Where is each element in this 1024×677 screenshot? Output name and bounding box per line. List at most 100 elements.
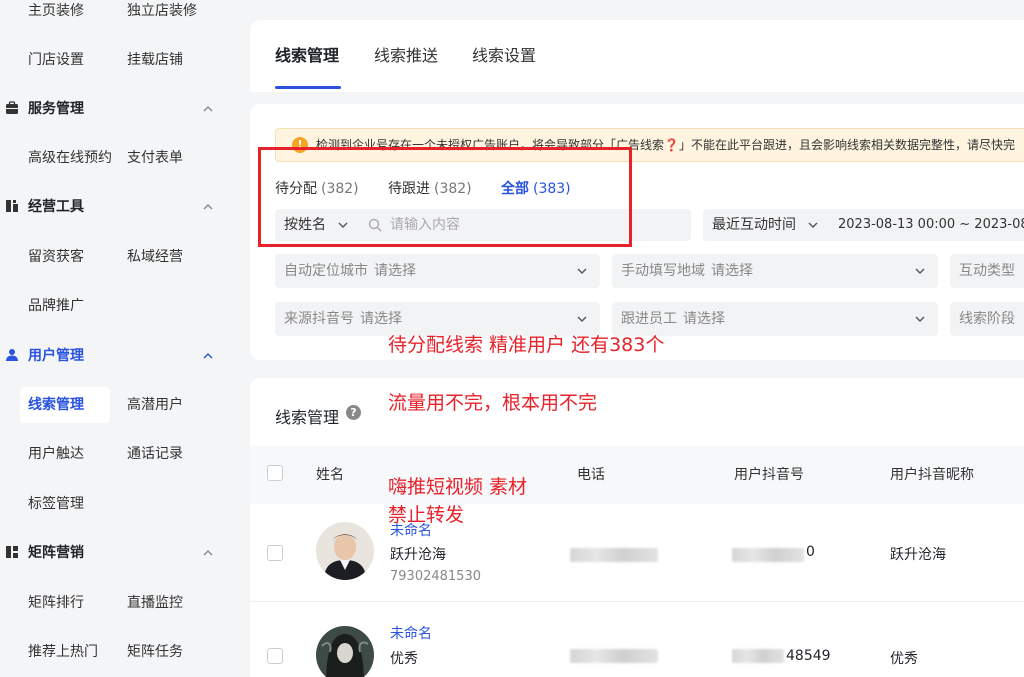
sidebar-item-hot-recommend[interactable]: 推荐上热门 — [28, 634, 98, 670]
sidebar-section-service[interactable]: 服务管理 — [0, 91, 250, 127]
sidebar-item-payment-form[interactable]: 支付表单 — [127, 140, 183, 176]
filter-label: 线索阶段 — [959, 302, 1015, 336]
avatar — [316, 522, 374, 580]
column-header-phone: 电话 — [577, 467, 605, 483]
sidebar-section-user-management[interactable]: 用户管理 — [0, 338, 250, 374]
sidebar-row: 标签管理 — [0, 486, 250, 522]
date-range-filter[interactable]: 最近互动时间 2023-08-13 00:00 ~ 2023-08- — [703, 209, 1024, 241]
tools-icon — [5, 199, 19, 213]
lead-name-link[interactable]: 未命名 — [390, 623, 432, 643]
chevron-down-icon[interactable] — [807, 219, 819, 231]
filter-placeholder: 请选择 — [711, 263, 753, 279]
filter-label-text: 手动填写地域 — [621, 263, 705, 279]
filter-placeholder: 请选择 — [374, 263, 416, 279]
filter-label-text: 来源抖音号 — [284, 311, 354, 327]
table-row[interactable]: 未命名 优秀 48549 优秀 — [250, 604, 1024, 677]
row-checkbox[interactable] — [267, 648, 283, 664]
sidebar-item-lead-capture[interactable]: 留资获客 — [28, 239, 84, 275]
filter-auto-city[interactable]: 自动定位城市 请选择 — [275, 254, 600, 288]
sidebar-section-label: 用户管理 — [28, 348, 84, 364]
sidebar-item-live-monitoring[interactable]: 直播监控 — [127, 585, 183, 621]
avatar — [316, 626, 374, 677]
annotation-unassigned-leads: 待分配线索 精准用户 还有383个 — [388, 334, 665, 356]
sidebar-section-label: 服务管理 — [28, 101, 84, 117]
sidebar-item-store-settings[interactable]: 门店设置 — [28, 42, 84, 78]
tab-lead-push[interactable]: 线索推送 — [374, 42, 438, 66]
sidebar-row: 高级在线预约 支付表单 — [0, 140, 250, 176]
filter-label-text: 自动定位城市 — [284, 263, 368, 279]
sidebar-item-online-booking[interactable]: 高级在线预约 — [28, 140, 112, 176]
grid-icon — [5, 545, 19, 559]
sidebar-row: 主页装修 独立店装修 — [0, 0, 250, 29]
douyin-id-suffix: 48549 — [786, 648, 831, 664]
filter-label-text: 互动类型 — [959, 263, 1015, 279]
filter-label: 手动填写地域 请选择 — [621, 254, 753, 288]
lead-table-panel: 线索管理 ? 姓名 电话 用户抖音号 用户抖音昵称 未命名 跃升沧海 79302… — [250, 378, 1024, 677]
chevron-down-icon — [576, 313, 588, 325]
filter-label: 自动定位城市 请选择 — [284, 254, 416, 288]
sidebar-item-mount-store[interactable]: 挂载店铺 — [127, 42, 183, 78]
sidebar-item-homepage-decoration[interactable]: 主页装修 — [28, 0, 84, 29]
column-header-name: 姓名 — [316, 467, 344, 483]
top-tabs-bar: 线索管理 线索推送 线索设置 — [250, 20, 1024, 92]
lead-name: 跃升沧海 — [390, 547, 446, 563]
help-icon[interactable]: ? — [346, 405, 361, 420]
annotation-watermark-line1: 嗨推短视频 素材 — [388, 476, 528, 498]
tab-lead-management[interactable]: 线索管理 — [275, 42, 339, 66]
sidebar-item-matrix-tasks[interactable]: 矩阵任务 — [127, 634, 183, 670]
masked-douyin-id — [732, 649, 784, 663]
sidebar-item-call-records[interactable]: 通话记录 — [127, 436, 183, 472]
sidebar-item-brand-promotion[interactable]: 品牌推广 — [28, 288, 84, 324]
sidebar-section-matrix-marketing[interactable]: 矩阵营销 — [0, 535, 250, 571]
sidebar-item-tag-management[interactable]: 标签管理 — [28, 486, 84, 522]
sidebar-item-private-domain[interactable]: 私域经营 — [127, 239, 183, 275]
lead-name: 优秀 — [390, 651, 418, 667]
chevron-down-icon — [576, 265, 588, 277]
sidebar-row: 线索管理 高潜用户 — [0, 387, 250, 423]
sidebar-section-tools[interactable]: 经营工具 — [0, 189, 250, 225]
select-all-checkbox[interactable] — [267, 465, 283, 481]
douyin-nickname: 优秀 — [890, 651, 918, 667]
user-icon — [5, 348, 19, 362]
sidebar-row: 品牌推广 — [0, 288, 250, 324]
annotation-watermark-line2: 禁止转发 — [388, 504, 465, 526]
chevron-up-icon — [202, 103, 214, 115]
douyin-id-suffix: 0 — [806, 544, 815, 560]
chevron-down-icon — [914, 313, 926, 325]
filter-placeholder: 请选择 — [360, 311, 402, 327]
date-type-selector[interactable]: 最近互动时间 — [712, 209, 796, 241]
table-title: 线索管理 — [275, 408, 340, 427]
filter-manual-region[interactable]: 手动填写地域 请选择 — [612, 254, 938, 288]
chevron-up-icon — [202, 350, 214, 362]
date-range-value[interactable]: 2023-08-13 00:00 ~ 2023-08- — [838, 209, 1024, 241]
highlight-box — [258, 147, 632, 247]
filter-label: 来源抖音号 请选择 — [284, 302, 402, 336]
filter-lead-stage[interactable]: 线索阶段 — [950, 302, 1024, 336]
tab-lead-settings[interactable]: 线索设置 — [472, 42, 536, 66]
row-checkbox[interactable] — [267, 545, 283, 561]
chevron-up-icon — [202, 201, 214, 213]
annotation-traffic: 流量用不完，根本用不完 — [388, 392, 598, 414]
sidebar-item-store-decoration[interactable]: 独立店装修 — [127, 0, 197, 29]
sidebar-row: 推荐上热门 矩阵任务 — [0, 634, 250, 670]
sidebar-item-lead-management[interactable]: 线索管理 — [20, 387, 110, 423]
douyin-nickname: 跃升沧海 — [890, 547, 946, 563]
briefcase-icon — [5, 101, 19, 115]
chevron-up-icon — [202, 547, 214, 559]
sidebar-section-label: 矩阵营销 — [28, 545, 84, 561]
table-row[interactable]: 未命名 跃升沧海 79302481530 0 跃升沧海 — [250, 504, 1024, 602]
lead-user-id: 79302481530 — [390, 569, 481, 584]
filter-interaction-type[interactable]: 互动类型 — [950, 254, 1024, 288]
table-header: 姓名 电话 用户抖音号 用户抖音昵称 — [250, 446, 1024, 504]
chevron-down-icon — [914, 265, 926, 277]
masked-phone — [570, 649, 658, 663]
sidebar-item-high-potential-users[interactable]: 高潜用户 — [127, 387, 183, 423]
sidebar-section-label: 经营工具 — [28, 199, 84, 215]
sidebar-item-user-reach[interactable]: 用户触达 — [28, 436, 84, 472]
filter-placeholder: 请选择 — [683, 311, 725, 327]
sidebar-item-matrix-ranking[interactable]: 矩阵排行 — [28, 585, 84, 621]
masked-phone — [570, 548, 658, 562]
sidebar-row: 门店设置 挂载店铺 — [0, 42, 250, 78]
column-header-douyin-nickname: 用户抖音昵称 — [890, 467, 974, 483]
filter-label: 互动类型 — [959, 254, 1015, 288]
